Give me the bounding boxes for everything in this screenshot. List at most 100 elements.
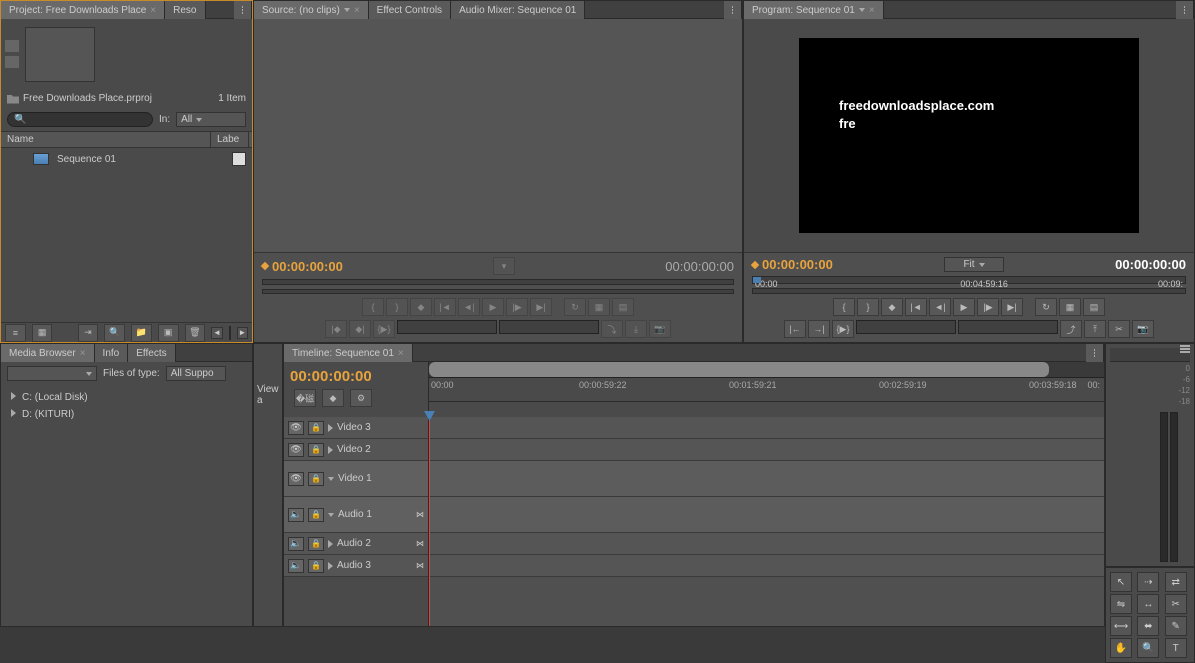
tab-audio-mixer[interactable]: Audio Mixer: Sequence 01: [451, 1, 585, 19]
track-lane-v2[interactable]: [429, 439, 1104, 461]
close-icon[interactable]: ×: [869, 5, 875, 16]
menu-icon[interactable]: [1180, 348, 1190, 350]
goto-next-marker[interactable]: ◆|: [349, 320, 371, 338]
track-header-a2[interactable]: 🔒 Audio 2 ⋈: [284, 533, 428, 555]
selection-tool[interactable]: ↖: [1110, 572, 1132, 592]
goto-next-edit[interactable]: →|: [808, 320, 830, 338]
loop-button[interactable]: ↻: [564, 298, 586, 316]
collapse-icon[interactable]: [328, 477, 334, 481]
col-label[interactable]: Labe: [211, 132, 249, 147]
tab-resource[interactable]: Reso: [165, 1, 205, 19]
hand-tool[interactable]: ✋: [1110, 638, 1132, 658]
mark-out-button[interactable]: }: [857, 298, 879, 316]
drive-item-d[interactable]: D: (KITURI): [5, 406, 248, 423]
slide-tool[interactable]: ⬌: [1137, 616, 1159, 636]
play-button[interactable]: ▶: [953, 298, 975, 316]
rolling-tool[interactable]: ⇋: [1110, 594, 1132, 614]
in-dropdown[interactable]: All: [176, 112, 246, 127]
zoom-tool[interactable]: 🔍: [1137, 638, 1159, 658]
step-fwd-button[interactable]: |▶: [506, 298, 528, 316]
snap-button[interactable]: �磁: [294, 389, 316, 407]
goto-prev-marker[interactable]: |◆: [325, 320, 347, 338]
preview-next-icon[interactable]: [5, 56, 19, 68]
track-header-v1[interactable]: 🔒 Video 1: [284, 461, 428, 497]
zoom-dropdown[interactable]: ▾: [493, 257, 515, 275]
program-ruler[interactable]: 00:00 00:04:59:16 00:09:: [752, 276, 1186, 284]
lock-icon[interactable]: 🔒: [308, 443, 324, 457]
rate-stretch-tool[interactable]: ↔: [1137, 594, 1159, 614]
mark-in-button[interactable]: {: [362, 298, 384, 316]
track-header-a3[interactable]: 🔒 Audio 3 ⋈: [284, 555, 428, 577]
step-back-button[interactable]: ◄|: [458, 298, 480, 316]
track-lane-a3[interactable]: [429, 555, 1104, 577]
extract-button[interactable]: ⤒: [1084, 320, 1106, 338]
jog-wheel[interactable]: [397, 320, 497, 334]
expand-icon[interactable]: [328, 446, 333, 454]
track-lane-v1[interactable]: [429, 461, 1104, 497]
expand-icon[interactable]: [11, 392, 16, 400]
expand-icon[interactable]: [11, 409, 16, 417]
track-header-a1[interactable]: 🔒 Audio 1 ⋈: [284, 497, 428, 533]
step-back-button[interactable]: ◄|: [929, 298, 951, 316]
bin-item-sequence01[interactable]: Sequence 01: [1, 148, 252, 170]
close-icon[interactable]: ×: [398, 348, 404, 359]
insert-button[interactable]: ⤵: [601, 320, 623, 338]
zoom-bar[interactable]: [429, 362, 1104, 378]
export-frame-button[interactable]: 📷: [649, 320, 671, 338]
output-button[interactable]: ▤: [612, 298, 634, 316]
tab-project[interactable]: Project: Free Downloads Place ×: [1, 1, 165, 19]
preview-prev-icon[interactable]: [5, 40, 19, 52]
zoom-dropdown[interactable]: Fit: [944, 257, 1004, 272]
program-tc-left[interactable]: 00:00:00:00: [762, 257, 833, 272]
tab-program[interactable]: Program: Sequence 01 ×: [744, 1, 884, 19]
step-fwd-button[interactable]: |▶: [977, 298, 999, 316]
filetype-dropdown[interactable]: All Suppo: [166, 366, 226, 381]
chevron-down-icon[interactable]: [859, 8, 865, 12]
tracks-area[interactable]: [429, 417, 1104, 626]
eye-icon[interactable]: [288, 472, 304, 486]
find-button[interactable]: 🔍: [104, 324, 125, 342]
track-select-tool[interactable]: ⇢: [1137, 572, 1159, 592]
search-input[interactable]: [7, 112, 153, 127]
scroll-right-icon[interactable]: ►: [237, 327, 248, 339]
speaker-icon[interactable]: [288, 508, 304, 522]
tab-info[interactable]: Info: [95, 344, 129, 362]
nav-dropdown[interactable]: [7, 366, 97, 381]
panel-menu-button[interactable]: [724, 1, 742, 19]
close-icon[interactable]: ×: [354, 5, 360, 16]
lift-button[interactable]: ⤴: [1060, 320, 1082, 338]
timeline-playhead-tc[interactable]: 00:00:00:00: [290, 368, 372, 385]
source-tc-left[interactable]: 00:00:00:00: [272, 259, 343, 274]
panel-menu-button[interactable]: [234, 1, 252, 19]
timeline-playhead[interactable]: [429, 417, 430, 626]
goto-in-button[interactable]: |◄: [905, 298, 927, 316]
list-view-button[interactable]: ≡: [5, 324, 26, 342]
expand-icon[interactable]: [328, 540, 333, 548]
razor-tool[interactable]: ✂: [1165, 594, 1187, 614]
export-frame-button[interactable]: 📷: [1132, 320, 1154, 338]
settings-button[interactable]: ⚙: [350, 389, 372, 407]
label-swatch[interactable]: [232, 152, 246, 166]
safe-margins-button[interactable]: ▦: [1059, 298, 1081, 316]
expand-icon[interactable]: [328, 562, 333, 570]
close-icon[interactable]: ×: [80, 348, 86, 359]
safe-margins-button[interactable]: ▦: [588, 298, 610, 316]
chevron-down-icon[interactable]: [344, 8, 350, 12]
icon-view-button[interactable]: ▦: [32, 324, 53, 342]
track-header-v2[interactable]: 🔒 Video 2: [284, 439, 428, 461]
eye-icon[interactable]: [288, 443, 304, 457]
source-ruler[interactable]: [262, 279, 734, 285]
goto-out-button[interactable]: ▶|: [1001, 298, 1023, 316]
timeline-ruler[interactable]: 00:00 00:00:59:22 00:01:59:21 00:02:59:1…: [429, 378, 1104, 402]
track-lane-a1[interactable]: [429, 497, 1104, 533]
shuttle[interactable]: [958, 320, 1058, 334]
new-item-button[interactable]: ▣: [158, 324, 179, 342]
expand-icon[interactable]: [328, 424, 333, 432]
set-marker-button[interactable]: ◆: [410, 298, 432, 316]
tab-media-browser[interactable]: Media Browser ×: [1, 344, 95, 362]
track-lane-a2[interactable]: [429, 533, 1104, 555]
type-tool[interactable]: T: [1165, 638, 1187, 658]
eye-icon[interactable]: [288, 421, 304, 435]
play-button[interactable]: ▶: [482, 298, 504, 316]
goto-prev-edit[interactable]: |←: [784, 320, 806, 338]
